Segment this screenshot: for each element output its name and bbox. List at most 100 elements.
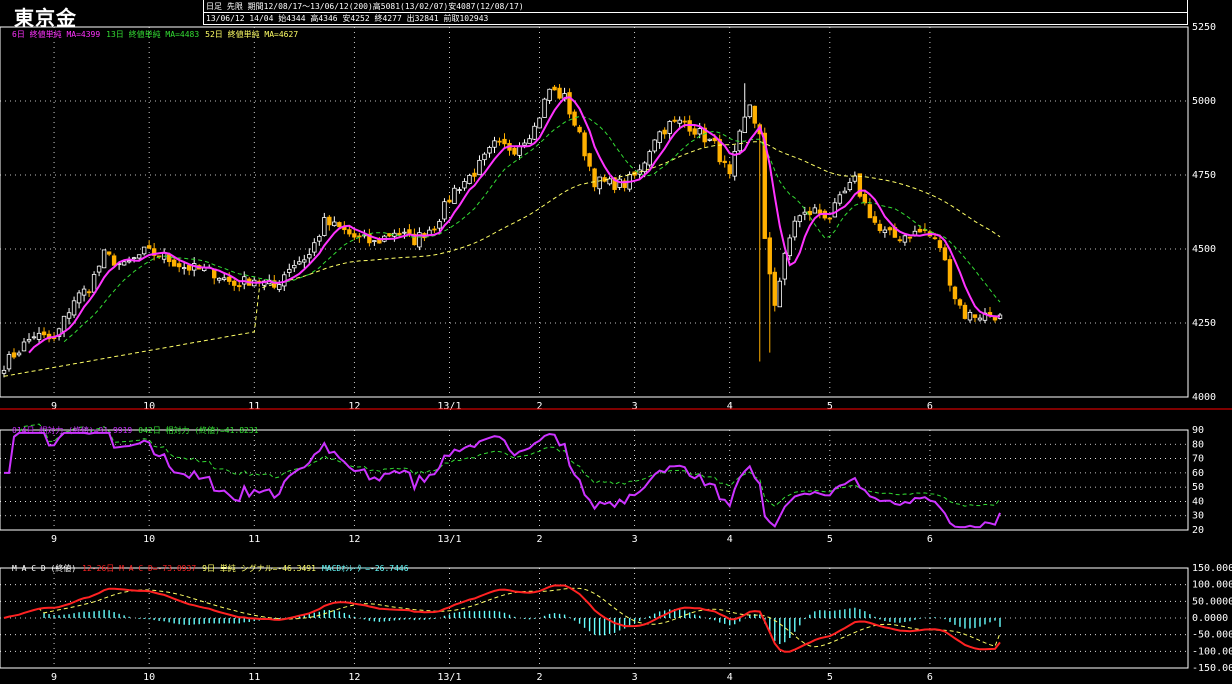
candle-body	[577, 126, 582, 133]
candle-body	[457, 189, 462, 191]
candle-body	[817, 209, 823, 214]
candle-body	[176, 263, 182, 268]
candle-body	[111, 255, 117, 266]
candle-body	[1, 369, 7, 374]
candle-body	[907, 236, 913, 239]
price-ytick-label: 5000	[1192, 96, 1216, 107]
macd-ytick-label: 100.0000	[1192, 580, 1232, 591]
price-xtick-label: 4	[727, 401, 733, 412]
rsi-ytick-label: 60	[1192, 468, 1204, 479]
candle-body	[767, 237, 772, 275]
candle-body	[181, 267, 187, 270]
legend-ma13: 13日 終値単純 MA=4483	[106, 30, 200, 39]
candle-body	[492, 140, 497, 148]
ma13-line	[63, 115, 1001, 343]
candle-body	[227, 276, 232, 282]
candle-body	[572, 111, 577, 126]
macd-xtick-label: 11	[248, 672, 260, 683]
candle-body	[652, 139, 657, 152]
candle-body	[487, 147, 492, 154]
rsi-xtick-label: 4	[727, 534, 733, 545]
candle-body	[287, 268, 292, 273]
candle-body	[502, 138, 507, 145]
rsi-panel: 20 30 40 50 60 70 80 90 9 10 11 12 13/1 2 3 4 5 6	[0, 423, 1204, 545]
candle-body	[977, 317, 983, 321]
rsi-xtick-label: 6	[927, 534, 933, 545]
candle-body	[837, 194, 843, 204]
candle-body	[81, 288, 87, 296]
candle-body	[617, 178, 622, 188]
candle-body	[692, 128, 697, 135]
price-xtick-label: 10	[143, 401, 155, 412]
candle-body	[782, 252, 787, 280]
candle-body	[647, 151, 652, 166]
rsi-frame	[0, 429, 1189, 531]
price-xtick-label: 12	[348, 401, 360, 412]
rsi-xtick-label: 5	[827, 534, 833, 545]
candle-body	[552, 86, 557, 91]
candle-body	[472, 172, 477, 177]
legend-rsi14: 014日 相対力 (終値)=31.9919	[12, 426, 133, 435]
rsi-xtick-label: 3	[632, 534, 638, 545]
candle-body	[217, 277, 222, 281]
candle-body	[146, 245, 152, 249]
chart-canvas: 4000425045004750500052509 10 11 12 13/1 2 3 4 5 6…	[0, 22, 1232, 683]
candle-body	[462, 181, 467, 189]
candle-body	[41, 331, 47, 336]
candle-body	[957, 299, 963, 306]
candle-body	[21, 341, 27, 352]
candle-body	[897, 239, 903, 242]
candle-body	[101, 249, 107, 269]
macd-xtick-label: 5	[827, 672, 833, 683]
info-ohlc-line: 13/06/12 14/04 始4344 高4346 安4252 終4277 出…	[206, 14, 489, 23]
rsi-xtick-label: 13/1	[437, 534, 461, 545]
candle-body	[932, 237, 938, 240]
candle-body	[312, 242, 317, 253]
candle-body	[86, 291, 92, 294]
candle-body	[697, 128, 702, 135]
rsi-xtick-label: 11	[248, 534, 260, 545]
candle-body	[66, 312, 72, 319]
candle-body	[292, 265, 297, 269]
candle-body	[842, 190, 848, 194]
candle-body	[497, 140, 502, 143]
candle-body	[872, 216, 878, 223]
macd-xtick-label: 10	[143, 672, 155, 683]
candle-body	[747, 104, 752, 118]
candle-body	[452, 187, 457, 204]
price-xtick-label: 11	[248, 401, 260, 412]
candle-body	[307, 254, 312, 259]
macd-ytick-label: 50.0000	[1192, 596, 1232, 607]
price-xtick-label: 13/1	[437, 401, 461, 412]
rsi-ytick-label: 50	[1192, 482, 1204, 493]
price-xtick-label: 3	[632, 401, 638, 412]
candle-body	[76, 292, 82, 304]
candle-body	[727, 164, 732, 175]
macd-ytick-label: -100.0000	[1192, 646, 1232, 657]
candle-body	[332, 221, 337, 227]
candle-body	[372, 240, 377, 243]
candle-body	[882, 229, 888, 233]
candle-body	[722, 160, 727, 163]
candle-body	[857, 173, 863, 197]
candle-body	[662, 129, 667, 135]
candle-body	[302, 259, 307, 263]
rsi-ytick-label: 80	[1192, 439, 1204, 450]
candle-body	[397, 232, 402, 236]
candle-body	[657, 131, 662, 143]
candle-body	[407, 229, 412, 234]
candle-body	[166, 254, 172, 263]
price-xtick-label: 5	[827, 401, 833, 412]
candle-body	[742, 116, 747, 134]
candle-body	[667, 121, 672, 134]
candle-body	[787, 237, 792, 257]
candle-body	[937, 240, 943, 249]
macd-xtick-label: 4	[727, 672, 733, 683]
candle-body	[752, 105, 757, 124]
candle-body	[71, 300, 77, 316]
candle-body	[402, 231, 407, 234]
candle-body	[567, 92, 572, 115]
candle-body	[121, 261, 127, 266]
candle-body	[887, 227, 893, 231]
candle-body	[171, 259, 177, 267]
